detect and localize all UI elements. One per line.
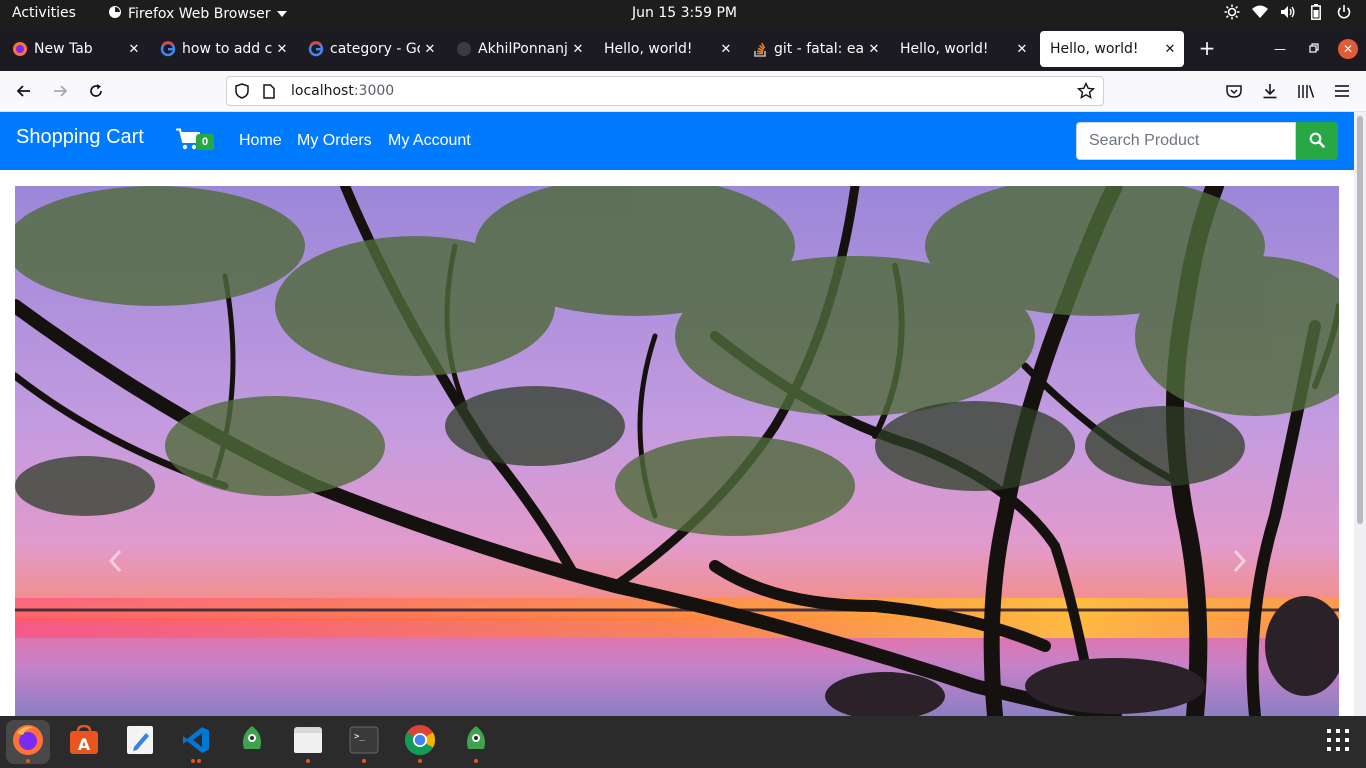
image-carousel[interactable]: [15, 186, 1339, 716]
sunset-lake-trees-photo: [15, 186, 1339, 716]
new-tab-button[interactable]: +: [1196, 37, 1218, 59]
search-product-input[interactable]: [1076, 122, 1296, 160]
window-close-icon[interactable]: ✕: [1338, 39, 1358, 59]
url-bar[interactable]: localhost:3000: [226, 76, 1104, 106]
scrollbar-thumb[interactable]: [1357, 116, 1363, 524]
tab-new-tab[interactable]: New Tab ✕: [2, 31, 148, 67]
page-scrollbar[interactable]: [1354, 112, 1366, 716]
chevron-left-icon[interactable]: [101, 546, 131, 576]
close-icon[interactable]: ✕: [568, 42, 588, 57]
dock-software[interactable]: A: [62, 720, 106, 764]
tab-hello-world-2[interactable]: Hello, world! ✕: [890, 31, 1036, 67]
page-icon[interactable]: [263, 83, 277, 99]
navigation-toolbar: localhost:3000: [0, 71, 1366, 112]
cart-count-badge: 0: [196, 134, 214, 150]
clock[interactable]: Jun 15 3:59 PM: [632, 5, 737, 21]
dock-vscode[interactable]: [174, 720, 218, 764]
restore-icon[interactable]: [1304, 39, 1324, 59]
dock-show-apps[interactable]: [1316, 720, 1360, 764]
vscode-icon: [181, 725, 211, 759]
firefox-icon: [11, 723, 45, 761]
power-icon: [1336, 4, 1352, 20]
volume-icon: [1280, 4, 1296, 20]
brightness-icon: [1224, 4, 1240, 20]
close-icon[interactable]: ✕: [420, 42, 440, 57]
dock-robo3t-2[interactable]: [454, 720, 498, 764]
svg-text:>_: >_: [354, 732, 365, 742]
dock-files[interactable]: [286, 720, 330, 764]
github-icon: [456, 41, 472, 57]
software-store-icon: A: [69, 724, 99, 759]
grid-icon: [1327, 729, 1349, 755]
dock-chrome[interactable]: [398, 720, 442, 764]
shield-icon[interactable]: [235, 83, 251, 99]
terminal-icon: >_: [349, 726, 379, 758]
close-icon[interactable]: ✕: [1160, 42, 1180, 57]
tab-hello-world-1[interactable]: Hello, world! ✕: [594, 31, 740, 67]
dock-firefox[interactable]: [6, 720, 50, 764]
close-icon[interactable]: ✕: [716, 42, 736, 57]
downloads-icon[interactable]: [1258, 79, 1282, 103]
minimize-icon[interactable]: —: [1270, 39, 1290, 59]
dock-robo3t[interactable]: [230, 720, 274, 764]
stackoverflow-icon: [752, 41, 768, 57]
tab-strip: New Tab ✕ how to add ca ✕ category - Go …: [0, 27, 1366, 71]
dropdown-arrow-icon: [276, 6, 287, 22]
ubuntu-dock: A >_: [0, 716, 1366, 768]
close-icon[interactable]: ✕: [272, 42, 292, 57]
reload-icon[interactable]: [84, 79, 108, 103]
search-button[interactable]: [1296, 122, 1338, 160]
dock-terminal[interactable]: >_: [342, 720, 386, 764]
url-text: localhost:3000: [291, 83, 395, 99]
chrome-icon: [404, 724, 436, 760]
battery-icon: [1308, 4, 1324, 20]
svg-text:A: A: [78, 735, 91, 754]
text-editor-icon: [126, 725, 154, 759]
nav-link-my-account[interactable]: My Account: [388, 132, 471, 150]
wifi-icon: [1252, 4, 1268, 20]
nav-link-home[interactable]: Home: [239, 132, 282, 150]
app-menu[interactable]: Firefox Web Browser: [108, 5, 287, 23]
app-menu-label: Firefox Web Browser: [128, 6, 271, 22]
system-tray[interactable]: [1224, 4, 1352, 20]
tab-git-fatal[interactable]: git - fatal: earl ✕: [742, 31, 888, 67]
library-icon[interactable]: [1294, 79, 1318, 103]
firefox-icon: [12, 41, 28, 57]
close-icon[interactable]: ✕: [124, 42, 144, 57]
search-icon: [1309, 132, 1325, 151]
robo3t-icon: [238, 725, 266, 759]
bookmark-star-icon[interactable]: [1076, 81, 1096, 104]
forward-arrow-icon[interactable]: [48, 79, 72, 103]
google-icon: [160, 41, 176, 57]
brand-link[interactable]: Shopping Cart: [16, 126, 144, 149]
files-icon: [293, 726, 323, 758]
app-navbar: Shopping Cart 0 Home My Orders My Accoun…: [0, 112, 1354, 170]
hamburger-menu-icon[interactable]: [1330, 79, 1354, 103]
tab-hello-world-active[interactable]: Hello, world! ✕: [1040, 31, 1184, 67]
firefox-small-icon: [108, 5, 122, 23]
back-arrow-icon[interactable]: [12, 79, 36, 103]
close-icon[interactable]: ✕: [864, 42, 884, 57]
activities-button[interactable]: Activities: [12, 5, 76, 21]
tab-how-to-add[interactable]: how to add ca ✕: [150, 31, 296, 67]
robo3t-icon: [462, 725, 490, 759]
tab-category[interactable]: category - Go ✕: [298, 31, 444, 67]
pocket-icon[interactable]: [1222, 79, 1246, 103]
tab-github[interactable]: AkhilPonnanj ✕: [446, 31, 592, 67]
web-page: Shopping Cart 0 Home My Orders My Accoun…: [0, 112, 1354, 716]
close-icon[interactable]: ✕: [1012, 42, 1032, 57]
dock-text-editor[interactable]: [118, 720, 162, 764]
gnome-top-bar: Activities Firefox Web Browser Jun 15 3:…: [0, 0, 1366, 27]
google-icon: [308, 41, 324, 57]
nav-link-my-orders[interactable]: My Orders: [297, 132, 372, 150]
chevron-right-icon[interactable]: [1224, 546, 1254, 576]
